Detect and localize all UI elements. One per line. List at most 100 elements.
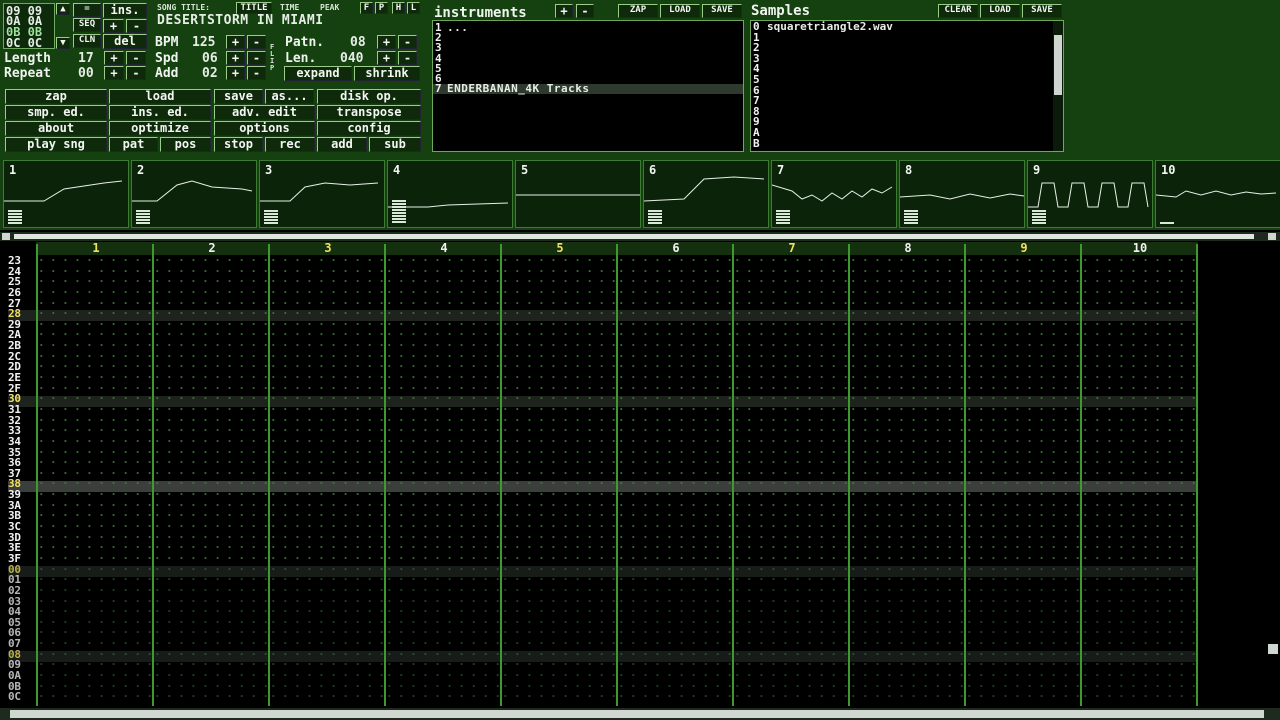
instrument-row[interactable]: 1...: [433, 22, 743, 33]
seq-button[interactable]: SEQ: [73, 18, 101, 32]
track-column[interactable]: · · · · · · · · · · · · · · · · · · · · ·…: [154, 256, 268, 706]
track-column[interactable]: · · · · · · · · · · · · · · · · · · · · ·…: [850, 256, 964, 706]
track-header[interactable]: 2: [154, 242, 270, 255]
sample-clear-button[interactable]: CLEAR: [938, 4, 978, 18]
cln-button[interactable]: CLN: [73, 34, 101, 48]
instrument-list[interactable]: 1... 2 3 4 5 6 7 ENDERBANAN_4K Tracks: [432, 20, 744, 152]
track-column[interactable]: · · · · · · · · · · · · · · · · · · · · ·…: [386, 256, 500, 706]
f-button[interactable]: F: [360, 2, 373, 14]
config-button[interactable]: config: [317, 121, 421, 136]
sample-row[interactable]: 5: [751, 74, 1051, 85]
about-button[interactable]: about: [5, 121, 107, 136]
instruments-scroll-down-button[interactable]: -: [576, 4, 594, 18]
pattern-length-plus-button[interactable]: +: [377, 51, 396, 65]
instrument-zap-button[interactable]: ZAP: [618, 4, 658, 18]
record-button[interactable]: rec: [265, 137, 315, 152]
scroll-right-arrow[interactable]: [1268, 233, 1276, 240]
bpm-minus-button[interactable]: -: [247, 35, 266, 49]
pattern-cell[interactable]: · · · · · · · · · · · ·: [386, 691, 500, 703]
load-button[interactable]: load: [109, 89, 211, 104]
instrument-row[interactable]: 4: [433, 53, 743, 64]
scope-channel-1[interactable]: 1: [3, 160, 129, 228]
repeat-minus-button[interactable]: -: [126, 66, 146, 80]
disk-op-button[interactable]: disk op.: [317, 89, 421, 104]
pattern-cell[interactable]: · · · · · · · · · · · ·: [270, 691, 384, 703]
speed-plus-button[interactable]: +: [226, 51, 245, 65]
sample-load-button[interactable]: LOAD: [980, 4, 1020, 18]
sample-row[interactable]: 2: [751, 42, 1051, 53]
sample-row[interactable]: 4: [751, 63, 1051, 74]
track-header[interactable]: 10: [1082, 242, 1198, 255]
track-column[interactable]: · · · · · · · · · · · · · · · · · · · · ·…: [38, 256, 152, 706]
pattern-cell[interactable]: · · · · · · · · · · · ·: [734, 691, 848, 703]
song-title[interactable]: DESERTSTORM IN MIAMI: [157, 14, 324, 28]
pattern-cell[interactable]: · · · · · · · · · · · ·: [38, 691, 152, 703]
track-header[interactable]: 4: [386, 242, 502, 255]
advanced-edit-button[interactable]: adv. edit: [214, 105, 315, 120]
sample-row[interactable]: 3: [751, 53, 1051, 64]
scope-channel-5[interactable]: 5: [515, 160, 641, 228]
track-header[interactable]: 8: [850, 242, 966, 255]
scope-channel-2[interactable]: 2: [131, 160, 257, 228]
track-column[interactable]: · · · · · · · · · · · · · · · · · · · · ·…: [966, 256, 1080, 706]
instrument-editor-button[interactable]: ins. ed.: [109, 105, 211, 120]
sub-button[interactable]: sub: [369, 137, 421, 152]
sample-row[interactable]: 8: [751, 106, 1051, 117]
scroll-left-arrow[interactable]: [2, 233, 10, 240]
pattern-cell[interactable]: · · · · · · · · · · · ·: [618, 691, 732, 703]
pattern-cell[interactable]: · · · · · · · · · · · ·: [850, 691, 964, 703]
position-button[interactable]: pos: [160, 137, 211, 152]
speed-minus-button[interactable]: -: [247, 51, 266, 65]
shrink-button[interactable]: shrink: [354, 66, 420, 81]
instrument-row[interactable]: 3: [433, 42, 743, 53]
sample-editor-button[interactable]: smp. ed.: [5, 105, 107, 120]
track-header[interactable]: 6: [618, 242, 734, 255]
track-header[interactable]: 1: [38, 242, 154, 255]
instruments-scroll-up-button[interactable]: +: [555, 4, 573, 18]
position-plus-button[interactable]: +: [103, 19, 124, 33]
position-minus-button[interactable]: -: [126, 19, 147, 33]
sample-save-button[interactable]: SAVE: [1022, 4, 1062, 18]
length-plus-button[interactable]: +: [104, 51, 124, 65]
scope-channel-10[interactable]: 10: [1155, 160, 1280, 228]
insert-position-button[interactable]: ins.: [103, 3, 147, 18]
track-column[interactable]: · · · · · · · · · · · · · · · · · · · · ·…: [502, 256, 616, 706]
length-minus-button[interactable]: -: [126, 51, 146, 65]
instrument-row[interactable]: 5: [433, 63, 743, 74]
instrument-row[interactable]: 7 ENDERBANAN_4K Tracks: [433, 83, 743, 95]
sample-row[interactable]: 6: [751, 85, 1051, 96]
track-header[interactable]: 5: [502, 242, 618, 255]
transpose-button[interactable]: transpose: [317, 105, 421, 120]
scope-channel-8[interactable]: 8: [899, 160, 1025, 228]
pattern-cell[interactable]: · · · · · · · · · · · ·: [966, 691, 1080, 703]
pattern-minus-button[interactable]: -: [398, 35, 417, 49]
track-header[interactable]: 9: [966, 242, 1082, 255]
play-pattern-button[interactable]: pat: [109, 137, 158, 152]
track-column[interactable]: · · · · · · · · · · · · · · · · · · · · ·…: [1082, 256, 1196, 706]
sample-list-scroll-thumb[interactable]: [1054, 35, 1062, 95]
pattern-hscroll-thumb[interactable]: [14, 234, 1254, 239]
track-column[interactable]: · · · · · · · · · · · · · · · · · · · · ·…: [270, 256, 384, 706]
expand-button[interactable]: expand: [284, 66, 352, 81]
sample-row[interactable]: 7: [751, 95, 1051, 106]
scope-channel-3[interactable]: 3: [259, 160, 385, 228]
add-button[interactable]: add: [317, 137, 367, 152]
sample-row[interactable]: 0 squaretriangle2.wav: [751, 21, 1051, 32]
instrument-load-button[interactable]: LOAD: [660, 4, 700, 18]
options-button[interactable]: options: [214, 121, 315, 136]
sample-row[interactable]: 9: [751, 116, 1051, 127]
p-button[interactable]: P: [375, 2, 388, 14]
pattern-vscroll[interactable]: [1268, 644, 1278, 654]
position-list[interactable]: 09 09 0A 0A 0B 0B 0C 0C: [3, 3, 55, 50]
scope-channel-9[interactable]: 9: [1027, 160, 1153, 228]
sample-list[interactable]: 0 squaretriangle2.wav 1 2 3 4 5 6 7 8 9 A B: [750, 20, 1064, 152]
track-header[interactable]: 7: [734, 242, 850, 255]
pattern-cell[interactable]: · · · · · · · · · · · ·: [1082, 691, 1196, 703]
zap-button[interactable]: zap: [5, 89, 107, 104]
scope-channel-4[interactable]: 4: [387, 160, 513, 228]
scope-channel-6[interactable]: 6: [643, 160, 769, 228]
sample-row[interactable]: B: [751, 138, 1051, 149]
instrument-save-button[interactable]: SAVE: [702, 4, 742, 18]
save-button[interactable]: save: [214, 89, 263, 104]
pattern-hscroll-bottom-thumb[interactable]: [10, 710, 1264, 718]
